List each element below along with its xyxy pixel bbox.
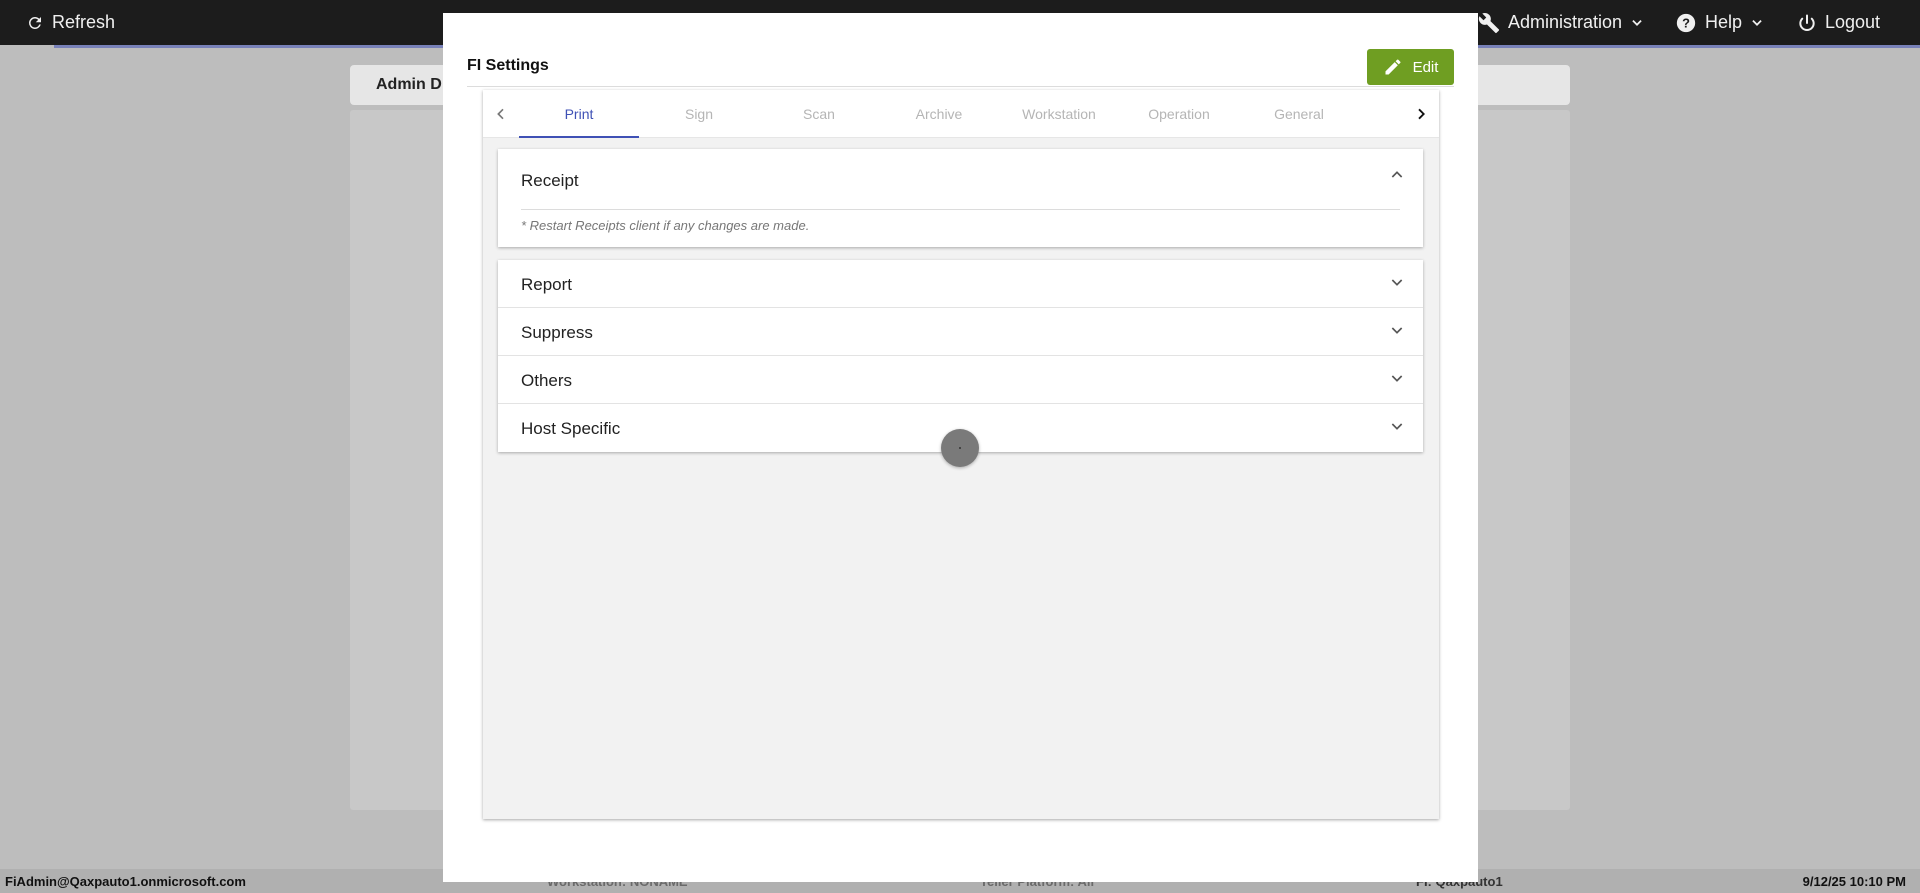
suppress-section-title: Suppress (521, 323, 593, 342)
refresh-button[interactable]: Refresh (26, 0, 115, 45)
chevron-down-icon (1391, 375, 1403, 382)
chevron-right-icon (1418, 108, 1425, 120)
tab-scan[interactable]: Scan (759, 90, 879, 138)
dialog-header: FI Settings Edit (467, 37, 1454, 87)
receipt-section: Receipt * Restart Receipts client if any… (498, 149, 1423, 247)
pencil-icon (1385, 59, 1401, 75)
svg-text:?: ? (1682, 15, 1690, 30)
tab-p[interactable]: P (1359, 90, 1399, 138)
others-section-title: Others (521, 371, 573, 390)
others-section[interactable]: Others (498, 356, 1423, 404)
report-section[interactable]: Report (498, 260, 1423, 308)
chevron-down-icon (1391, 327, 1403, 334)
settings-tabs: Print Sign Scan Archive Workstation Oper… (519, 90, 1399, 138)
footer-datetime: 9/12/25 10:10 PM (1802, 874, 1906, 889)
tab-scroll-left-button[interactable] (489, 102, 513, 126)
edit-button[interactable]: Edit (1367, 49, 1454, 85)
chevron-up-icon[interactable] (1389, 167, 1405, 183)
chevron-down-icon (1391, 423, 1403, 430)
tab-archive[interactable]: Archive (879, 90, 999, 138)
tab-print[interactable]: Print (519, 90, 639, 138)
report-section-title: Report (521, 275, 573, 294)
help-menu[interactable]: ? Help (1675, 0, 1764, 45)
footer-user: FiAdmin@Qaxpauto1.onmicrosoft.com (5, 874, 246, 889)
power-icon (1799, 14, 1815, 31)
chevron-down-icon (1632, 19, 1642, 26)
edit-label: Edit (1412, 58, 1439, 76)
chevron-down-icon (1752, 19, 1762, 26)
administration-label: Administration (1508, 12, 1623, 32)
loading-spinner (941, 429, 979, 467)
dialog-title: FI Settings (467, 57, 549, 74)
logout-button[interactable]: Logout (1797, 0, 1880, 45)
settings-accordion: Report Suppress Others Host Specific (498, 260, 1423, 452)
tab-general[interactable]: General (1239, 90, 1359, 138)
receipt-divider (521, 209, 1400, 210)
chevron-down-icon (1391, 279, 1403, 286)
logout-label: Logout (1825, 12, 1881, 32)
help-label: Help (1705, 12, 1743, 32)
receipt-section-title[interactable]: Receipt (521, 171, 579, 191)
host-specific-section-title: Host Specific (521, 419, 621, 438)
tab-workstation[interactable]: Workstation (999, 90, 1119, 138)
admin-dashboard-title: Admin D (376, 76, 442, 93)
receipt-restart-note: * Restart Receipts client if any changes… (521, 218, 810, 233)
chevron-left-icon (497, 108, 504, 120)
tab-scroll-right-button[interactable] (1409, 102, 1433, 126)
refresh-label: Refresh (52, 12, 116, 32)
wrench-icon (1478, 12, 1500, 33)
administration-menu[interactable]: Administration (1478, 0, 1644, 45)
suppress-section[interactable]: Suppress (498, 308, 1423, 356)
tab-operation[interactable]: Operation (1119, 90, 1239, 138)
help-icon: ? (1676, 13, 1696, 32)
tab-sign[interactable]: Sign (639, 90, 759, 138)
refresh-icon (28, 16, 41, 29)
settings-tab-bar: Print Sign Scan Archive Workstation Oper… (483, 90, 1439, 138)
